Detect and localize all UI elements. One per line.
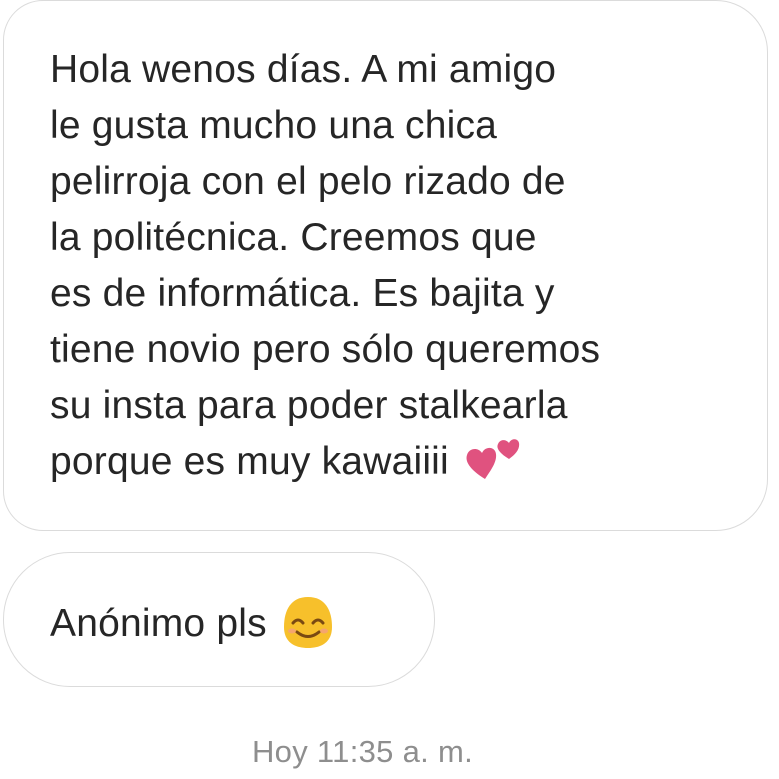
message-line: su insta para poder stalkearla bbox=[50, 384, 568, 427]
message-timestamp: Hoy 11:35 a. m. bbox=[251, 734, 474, 769]
smiling-face-icon bbox=[279, 593, 337, 651]
message-line: tiene novio pero sólo queremos bbox=[50, 328, 601, 371]
message-text-2: Anónimo pls bbox=[50, 596, 337, 655]
message-line: le gusta mucho una chica bbox=[50, 104, 498, 147]
message-line-text: porque es muy kawaiiii bbox=[50, 440, 449, 483]
message-line: la politécnica. Creemos que bbox=[50, 216, 537, 259]
message-line: Hola wenos días. A mi amigo bbox=[50, 48, 557, 91]
message-text-1: Hola wenos días. A mi amigo le gusta muc… bbox=[50, 42, 750, 490]
message-line-text: Anónimo pls bbox=[50, 602, 267, 645]
message-line: es de informática. Es bajita y bbox=[50, 272, 555, 315]
message-line-last: porque es muy kawaiiii bbox=[50, 434, 750, 490]
two-hearts-icon bbox=[463, 433, 523, 483]
message-line: pelirroja con el pelo rizado de bbox=[50, 160, 566, 203]
